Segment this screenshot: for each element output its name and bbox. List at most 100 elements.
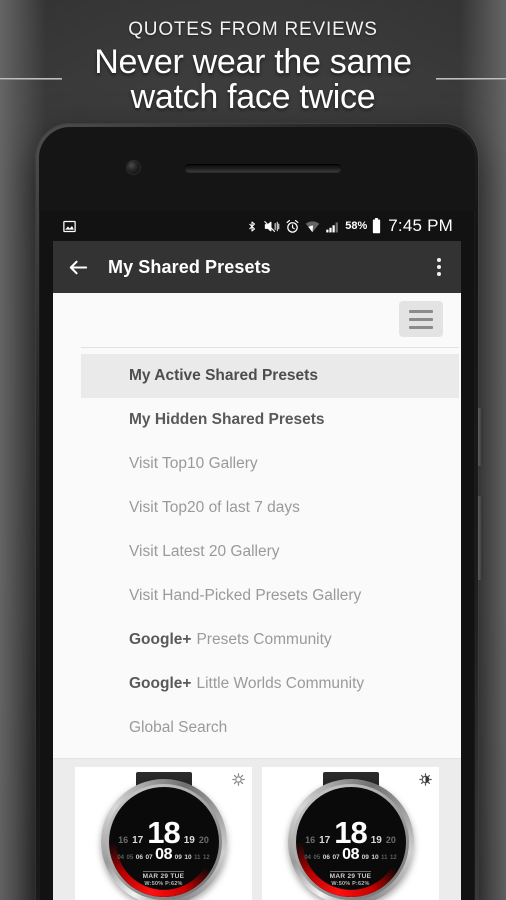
promo-header: QUOTES FROM REVIEWS Never wear the same … xyxy=(0,18,506,115)
watch-minute-tick: 10 xyxy=(184,854,192,862)
watch-minute-current: 08 xyxy=(342,846,360,864)
menu-item-label: Visit Latest 20 Gallery xyxy=(129,543,280,560)
watch-minute-tick: 06 xyxy=(135,854,143,862)
watch-hour-current: 18 xyxy=(147,815,180,851)
menu-item-label: My Hidden Shared Presets xyxy=(129,411,325,428)
watch-minute-current: 08 xyxy=(155,846,173,864)
watch-stats-label: W:50% P:62% xyxy=(144,880,183,887)
menu-item-3[interactable]: Visit Top20 of last 7 days xyxy=(81,486,459,530)
menu-item-6[interactable]: Google+ Presets Community xyxy=(81,618,459,662)
watch-hour-tick: 20 xyxy=(385,835,396,846)
watch-preview: 16 17 18 19 20 04 05 06 07 08 09 10 11 12 MAR 29 TUE W:… xyxy=(99,772,229,900)
watch-minute-tick: 11 xyxy=(381,855,388,862)
wifi-icon xyxy=(306,220,320,232)
hamburger-line xyxy=(409,309,433,313)
watch-hour-scale: 16 17 18 19 20 xyxy=(109,815,219,851)
navigation-menu: My Active Shared Presets My Hidden Shared… xyxy=(53,348,461,750)
phone-body: 58% 7:45 PM My Shared Presets My Active … xyxy=(39,127,475,900)
watch-hour-tick: 19 xyxy=(370,835,382,847)
kebab-dot xyxy=(437,258,441,262)
phone-top-bezel xyxy=(39,127,475,211)
overflow-menu-icon[interactable] xyxy=(429,252,449,282)
status-bar-left xyxy=(62,219,77,234)
watch-minute-tick: 11 xyxy=(194,855,201,862)
power-button[interactable] xyxy=(478,496,483,580)
battery-percent-label: 58% xyxy=(345,220,368,232)
watch-hour-scale: 16 17 18 19 20 xyxy=(296,815,406,851)
sheet-top-bar xyxy=(53,293,461,347)
decorative-rule-left xyxy=(0,78,62,80)
menu-item-label: Presets Community xyxy=(196,631,332,648)
menu-item-label: My Active Shared Presets xyxy=(129,367,318,384)
menu-item-label: Visit Hand-Picked Presets Gallery xyxy=(129,587,362,604)
watch-minute-tick: 06 xyxy=(322,854,330,862)
hamburger-line xyxy=(409,317,433,321)
navigation-sheet: My Active Shared Presets My Hidden Shared… xyxy=(53,293,461,750)
battery-icon xyxy=(373,218,381,234)
bluetooth-icon xyxy=(249,220,256,232)
watch-date-text: MAR 29 TUE xyxy=(142,870,185,880)
cell-signal-icon xyxy=(326,221,339,232)
vibrate-mute-icon xyxy=(264,220,280,232)
menu-item-brand: Google+ xyxy=(129,631,192,648)
app-bar: My Shared Presets xyxy=(53,241,461,293)
watch-minute-scale: 04 05 06 07 08 09 10 11 12 xyxy=(109,846,219,864)
phone-device-frame: 58% 7:45 PM My Shared Presets My Active … xyxy=(36,124,483,900)
watch-date-text: MAR 29 TUE xyxy=(329,870,372,880)
promo-title-line-2: watch face twice xyxy=(130,78,376,116)
watch-bezel: 16 17 18 19 20 04 05 06 07 08 09 10 11 12 MAR 29 TUE W:… xyxy=(287,779,414,900)
earpiece-speaker xyxy=(185,164,341,172)
watch-minute-tick: 04 xyxy=(117,855,125,862)
preset-card[interactable]: 16 17 18 19 20 04 05 06 07 08 09 10 11 12 MAR 29 TUE W:… xyxy=(75,767,252,900)
watch-minute-tick: 05 xyxy=(126,855,134,862)
menu-item-label: Visit Top10 Gallery xyxy=(129,455,258,472)
watch-hour-tick: 17 xyxy=(132,835,144,847)
watch-minute-tick: 07 xyxy=(145,854,153,862)
kebab-dot xyxy=(437,272,441,276)
watch-minute-tick: 05 xyxy=(313,855,321,862)
menu-item-0[interactable]: My Active Shared Presets xyxy=(81,354,459,398)
promo-kicker: QUOTES FROM REVIEWS xyxy=(128,19,378,40)
hamburger-menu-button[interactable] xyxy=(399,301,443,337)
watch-date-label: MAR 29 TUE xyxy=(109,870,219,880)
hamburger-line xyxy=(409,325,433,329)
watch-minute-scale: 04 05 06 07 08 09 10 11 12 xyxy=(296,846,406,864)
watch-dial: 16 17 18 19 20 04 05 06 07 08 09 10 11 12 MAR 29 TUE W:… xyxy=(295,787,406,897)
menu-item-8[interactable]: Global Search xyxy=(81,706,459,750)
menu-item-1[interactable]: My Hidden Shared Presets xyxy=(81,398,459,442)
watch-hour-tick: 20 xyxy=(198,835,209,846)
gear-icon[interactable] xyxy=(232,773,245,786)
promo-screenshot-root: QUOTES FROM REVIEWS Never wear the same … xyxy=(0,0,506,900)
menu-item-4[interactable]: Visit Latest 20 Gallery xyxy=(81,530,459,574)
menu-item-2[interactable]: Visit Top10 Gallery xyxy=(81,442,459,486)
menu-item-label: Global Search xyxy=(129,719,228,736)
back-arrow-icon[interactable] xyxy=(67,256,90,279)
watch-stats-label: W:50% P:62% xyxy=(331,880,370,887)
menu-item-brand: Google+ xyxy=(129,675,192,692)
preset-card[interactable]: 16 17 18 19 20 04 05 06 07 08 09 10 11 12 MAR 29 TUE W:… xyxy=(262,767,439,900)
status-bar-right: 58% 7:45 PM xyxy=(246,216,453,236)
watch-bezel: 16 17 18 19 20 04 05 06 07 08 09 10 11 12 MAR 29 TUE W:… xyxy=(100,779,227,900)
menu-item-5[interactable]: Visit Hand-Picked Presets Gallery xyxy=(81,574,459,618)
phone-screen: 58% 7:45 PM My Shared Presets My Active … xyxy=(53,211,461,900)
menu-item-7[interactable]: Google+ Little Worlds Community xyxy=(81,662,459,706)
watch-minute-tick: 12 xyxy=(389,855,397,862)
status-bar-clock: 7:45 PM xyxy=(388,216,453,235)
watch-minute-tick: 07 xyxy=(332,854,340,862)
watch-dial: 16 17 18 19 20 04 05 06 07 08 09 10 11 12 MAR 29 TUE W:… xyxy=(108,787,219,897)
preset-gallery-strip: 16 17 18 19 20 04 05 06 07 08 09 10 11 12 MAR 29 TUE W:… xyxy=(53,759,461,900)
page-title: My Shared Presets xyxy=(108,256,271,277)
watch-hour-tick: 16 xyxy=(118,835,129,846)
watch-minute-tick: 10 xyxy=(371,854,379,862)
watch-date-label: MAR 29 TUE xyxy=(296,870,406,880)
alarm-icon xyxy=(286,219,299,233)
menu-item-label: Little Worlds Community xyxy=(196,675,365,692)
status-bar: 58% 7:45 PM xyxy=(53,211,461,241)
brightness-icon[interactable] xyxy=(419,773,432,786)
watch-hour-tick: 16 xyxy=(305,835,316,846)
watch-minute-tick: 04 xyxy=(304,855,312,862)
watch-minute-tick: 09 xyxy=(174,854,182,862)
watch-hour-current: 18 xyxy=(334,815,367,851)
watch-dial-content: 16 17 18 19 20 04 05 06 07 08 09 10 11 12 MAR 29 TUE W:… xyxy=(296,787,406,897)
volume-button[interactable] xyxy=(478,408,483,466)
